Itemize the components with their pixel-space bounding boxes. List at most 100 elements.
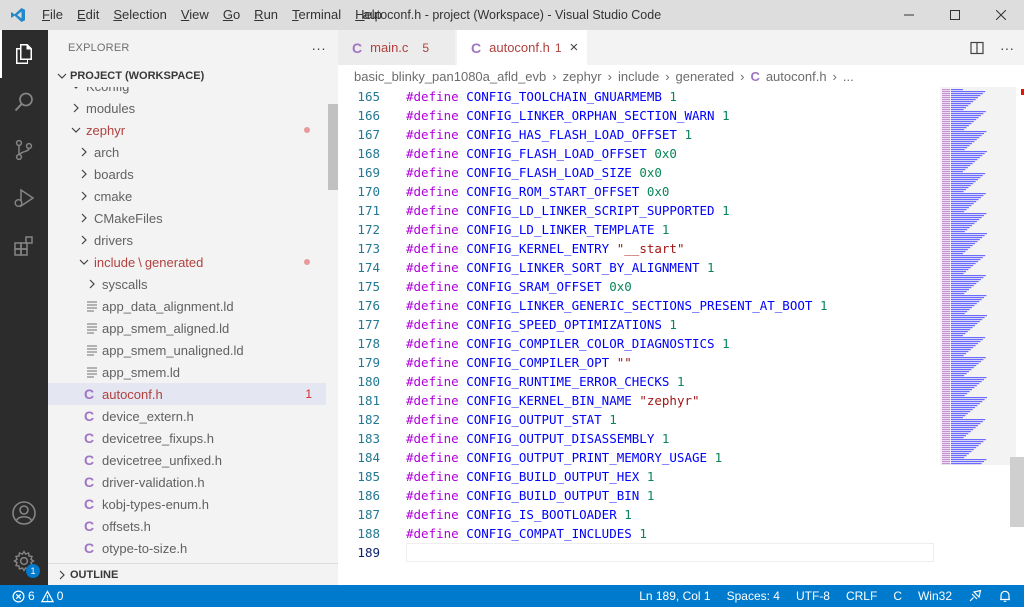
split-editor-button[interactable] bbox=[964, 30, 990, 65]
minimize-button[interactable] bbox=[886, 0, 932, 30]
define-keyword: #define bbox=[406, 146, 459, 161]
tree-item-modules[interactable]: modules bbox=[48, 97, 326, 119]
tree-item-autoconf-h[interactable]: Cautoconf.h 1 bbox=[48, 383, 326, 405]
macro-value: 1 bbox=[661, 431, 670, 446]
run-debug-icon[interactable] bbox=[0, 174, 48, 222]
tree-item-device-extern-h[interactable]: Cdevice_extern.h bbox=[48, 405, 326, 427]
extensions-icon[interactable] bbox=[0, 222, 48, 270]
code-editor[interactable]: 165 #define CONFIG_TOOLCHAIN_GNUARMEMB 11… bbox=[338, 87, 1024, 585]
menu-go[interactable]: Go bbox=[216, 0, 247, 30]
platform[interactable]: Win32 bbox=[910, 585, 960, 607]
explorer-icon[interactable] bbox=[0, 30, 48, 78]
line-number: 189 bbox=[357, 545, 380, 560]
tree-item-cmakefiles[interactable]: CMakeFiles bbox=[48, 207, 326, 229]
menu-file[interactable]: File bbox=[35, 0, 70, 30]
tab-autoconf-h[interactable]: C autoconf.h 1 × bbox=[457, 30, 587, 65]
menu-selection[interactable]: Selection bbox=[106, 0, 173, 30]
menu-help[interactable]: Help bbox=[348, 0, 389, 30]
tree-item-label: zephyr bbox=[86, 122, 126, 138]
tree-item-syscalls[interactable]: syscalls bbox=[48, 273, 326, 295]
code-text: #define CONFIG_LD_LINKER_SCRIPT_SUPPORTE… bbox=[406, 201, 730, 220]
tree-item-include[interactable]: include \ generated bbox=[48, 251, 326, 273]
tab-label: main.c bbox=[370, 40, 409, 55]
bell-icon bbox=[1000, 590, 1010, 602]
outline-section-header[interactable]: OUTLINE bbox=[48, 563, 338, 585]
cursor-position[interactable]: Ln 189, Col 1 bbox=[631, 585, 718, 607]
ellipsis-icon: ··· bbox=[1000, 39, 1014, 56]
menu-mnemonic: E bbox=[76, 7, 86, 22]
account-icon[interactable] bbox=[0, 489, 48, 537]
more-editor-actions-button[interactable]: ··· bbox=[990, 30, 1024, 65]
breadcrumb-item[interactable]: autoconf.h bbox=[766, 69, 827, 84]
code-text: #define CONFIG_OUTPUT_PRINT_MEMORY_USAGE… bbox=[406, 448, 722, 467]
tree-item-offsets-h[interactable]: Coffsets.h bbox=[48, 515, 326, 537]
more-actions-button[interactable]: ··· bbox=[311, 40, 326, 56]
menu-label: o bbox=[232, 7, 241, 22]
breadcrumb-item[interactable]: zephyr bbox=[563, 69, 602, 84]
end-of-line[interactable]: CRLF bbox=[838, 585, 885, 607]
modified-dot bbox=[304, 259, 310, 265]
tree-item-devicetree-fixups-h[interactable]: Cdevicetree_fixups.h bbox=[48, 427, 326, 449]
tree-item-otype-to-size-h[interactable]: Cotype-to-size.h bbox=[48, 537, 326, 559]
menu-edit[interactable]: Edit bbox=[70, 0, 106, 30]
code-line: 184 #define CONFIG_OUTPUT_PRINT_MEMORY_US… bbox=[338, 448, 938, 467]
notifications-button[interactable] bbox=[990, 589, 1024, 603]
define-keyword: #define bbox=[406, 203, 459, 218]
search-icon[interactable] bbox=[0, 78, 48, 126]
tree-item-app-smem-aligned-ld[interactable]: app_smem_aligned.ld bbox=[48, 317, 326, 339]
encoding[interactable]: UTF-8 bbox=[788, 585, 838, 607]
sidebar-scrollbar[interactable] bbox=[328, 104, 338, 190]
tab-main-c[interactable]: C main.c 5 bbox=[338, 30, 456, 65]
code-line: 166 #define CONFIG_LINKER_ORPHAN_SECTION_… bbox=[338, 106, 938, 125]
settings-gear-icon[interactable]: 1 bbox=[0, 537, 48, 585]
menu-view[interactable]: View bbox=[174, 0, 216, 30]
menu-label: erminal bbox=[298, 7, 342, 22]
explorer-title: EXPLORER bbox=[68, 41, 130, 54]
chevron-right-icon: › bbox=[740, 68, 745, 84]
tab-problem-count: 1 bbox=[554, 40, 562, 55]
tree-item-cmake[interactable]: cmake bbox=[48, 185, 326, 207]
maximize-button[interactable] bbox=[932, 0, 978, 30]
tree-item-zephyr[interactable]: zephyr bbox=[48, 119, 326, 141]
code-text: #define CONFIG_COMPAT_INCLUDES 1 bbox=[406, 524, 647, 543]
menu-label: un bbox=[263, 7, 279, 22]
tab-close-button[interactable]: × bbox=[570, 39, 579, 56]
breadcrumb-item[interactable]: basic_blinky_pan1080a_afld_evb bbox=[354, 69, 546, 84]
menu-terminal[interactable]: Terminal bbox=[285, 0, 348, 30]
tree-item-kobj-types-enum-h[interactable]: Ckobj-types-enum.h bbox=[48, 493, 326, 515]
workspace-section-header[interactable]: PROJECT (WORKSPACE) bbox=[48, 65, 338, 87]
tree-item-devicetree-unfixed-h[interactable]: Cdevicetree_unfixed.h bbox=[48, 449, 326, 471]
macro-value: 1 bbox=[646, 488, 655, 503]
tree-item-app-smem-unaligned-ld[interactable]: app_smem_unaligned.ld bbox=[48, 339, 326, 361]
vscode-logo-icon bbox=[0, 0, 35, 30]
menu-label: iew bbox=[189, 7, 209, 22]
tree-item-boards[interactable]: boards bbox=[48, 163, 326, 185]
breadcrumb-item[interactable]: generated bbox=[676, 69, 735, 84]
indentation[interactable]: Spaces: 4 bbox=[719, 585, 788, 607]
breadcrumb-item[interactable]: ... bbox=[843, 69, 854, 84]
breadcrumb-item[interactable]: include bbox=[618, 69, 659, 84]
editor-scrollbar[interactable] bbox=[1010, 457, 1024, 527]
minimap[interactable] bbox=[940, 87, 1016, 467]
tree-item-label: otype-to-size.h bbox=[102, 540, 188, 556]
tree-item-label: generated bbox=[144, 254, 204, 270]
macro-name: CONFIG_ROM_START_OFFSET bbox=[466, 184, 640, 199]
tree-item-drivers[interactable]: drivers bbox=[48, 229, 326, 251]
close-window-button[interactable] bbox=[978, 0, 1024, 30]
tree-item-app-data-alignment-ld[interactable]: app_data_alignment.ld bbox=[48, 295, 326, 317]
menu-run[interactable]: Run bbox=[247, 0, 285, 30]
define-keyword: #define bbox=[406, 526, 459, 541]
tree-item-app-smem-ld[interactable]: app_smem.ld bbox=[48, 361, 326, 383]
feedback-button[interactable] bbox=[960, 589, 990, 603]
tree-item-arch[interactable]: arch bbox=[48, 141, 326, 163]
tree-item-driver-validation-h[interactable]: Cdriver-validation.h bbox=[48, 471, 326, 493]
menu-mnemonic: G bbox=[222, 7, 233, 22]
outline-title: OUTLINE bbox=[70, 568, 119, 581]
tree-item-label: CMakeFiles bbox=[94, 210, 163, 226]
language-mode[interactable]: C bbox=[885, 585, 910, 607]
tree-item-kconfig[interactable]: Kconfig bbox=[48, 87, 326, 97]
macro-value: "" bbox=[616, 355, 632, 370]
source-control-icon[interactable] bbox=[0, 126, 48, 174]
problems-indicator[interactable]: 6 0 bbox=[0, 585, 63, 607]
tree-item-label: devicetree_unfixed.h bbox=[102, 452, 222, 468]
